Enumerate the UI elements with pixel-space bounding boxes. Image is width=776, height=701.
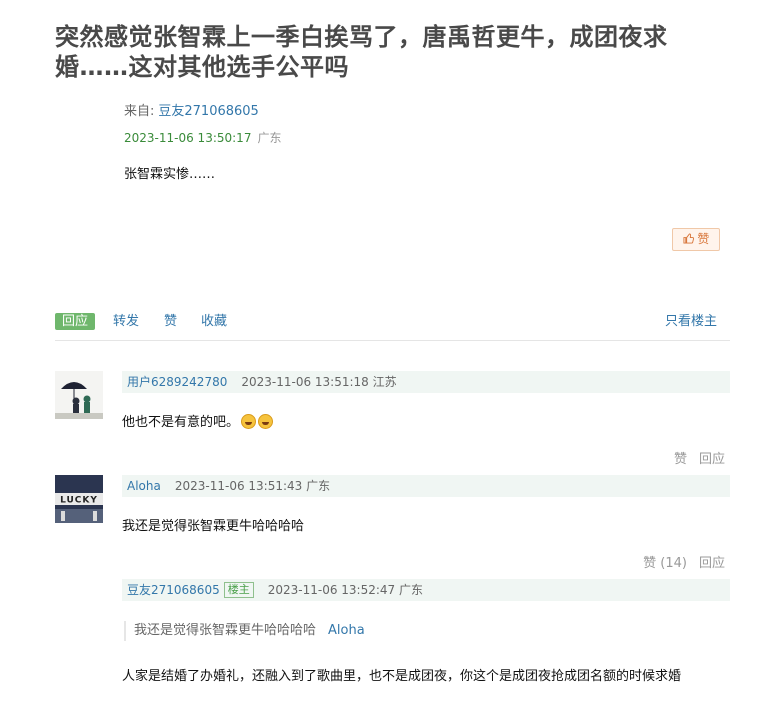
comment-actions: 赞 (14) 回应 [631,552,725,571]
comment-text: 他也不是有意的吧。 [122,411,274,430]
quoted-reply: 我还是觉得张智霖更牛哈哈哈哈 Aloha [124,621,724,641]
comment-actions: 赞回应 [662,448,725,467]
divider [55,340,730,341]
post-timestamp: 2023-11-06 13:50:17 [124,131,252,145]
comment-location: 广东 [399,583,424,597]
only-op-filter[interactable]: 只看楼主 [665,313,717,330]
forward-link[interactable]: 转发 [113,313,139,330]
from-label: 来自: [124,104,155,119]
comment-item: LUCKY Aloha 2023-11-06 13:51:43 广东 我还是觉得张… [55,475,730,575]
comment-location: 广东 [306,479,331,493]
author-link[interactable]: 豆友271068605 [158,104,258,119]
comment-item: 用户6289242780 2023-11-06 13:51:18 江苏 他也不是有… [55,371,730,471]
reply-tab[interactable]: 回应 [55,313,96,330]
comment-meta: 豆友271068605 楼主 2023-11-06 13:52:47 广东 [122,579,730,601]
post-like-label: 赞 [697,232,710,246]
post-content: 张智霖实惨…… [124,167,216,182]
comment-reply-link[interactable]: 回应 [699,556,725,571]
post-source: 来自: 豆友271068605 [124,100,259,119]
comment-location: 江苏 [372,375,397,389]
comment-time: 2023-11-06 13:51:18 [241,375,369,389]
like-link[interactable]: 赞 [164,313,177,330]
op-badge: 楼主 [223,582,254,598]
comment-user-link[interactable]: 用户6289242780 [127,375,227,389]
comment-like-link[interactable]: 赞 [674,452,687,467]
grinning-squint-face-icon [258,414,274,429]
grinning-squint-face-icon [241,414,257,429]
comment-text: 我还是觉得张智霖更牛哈哈哈哈 [122,519,305,534]
comment-like-link[interactable]: 赞 (14) [643,556,687,571]
comment-meta: Aloha 2023-11-06 13:51:43 广东 [122,475,730,497]
avatar[interactable] [55,371,103,419]
post-title: 突然感觉张智霖上一季白挨骂了，唐禹哲更牛，成团夜求婚……这对其他选手公平吗 [55,23,668,81]
post-location: 广东 [257,131,282,145]
post-time: 2023-11-06 13:50:17 广东 [124,129,281,146]
quote-text: 我还是觉得张智霖更牛哈哈哈哈 [134,623,317,638]
comment-reply-link[interactable]: 回应 [699,452,725,467]
post-like-button[interactable]: 赞 [672,228,720,251]
comment-time: 2023-11-06 13:52:47 [267,583,396,597]
comment-user-link[interactable]: 豆友271068605 [127,583,220,597]
thumbs-up-icon [683,232,698,246]
quote-author-link[interactable]: Aloha [328,623,365,638]
avatar[interactable]: LUCKY [55,475,103,523]
comment-text: 人家是结婚了办婚礼，还融入到了歌曲里，也不是成团夜，你这个是成团夜抢成团名额的时… [122,669,682,684]
comment-user-link[interactable]: Aloha [127,479,161,493]
comment-meta: 用户6289242780 2023-11-06 13:51:18 江苏 [122,371,730,393]
comment-text-content: 他也不是有意的吧。 [122,415,240,430]
comment-item: 豆友271068605 楼主 2023-11-06 13:52:47 广东 我还是觉… [55,579,730,689]
post-action-bar: 回应 转发 赞 收藏 只看楼主 [55,312,730,332]
avatar-logo-text: LUCKY [60,496,98,506]
comment-time: 2023-11-06 13:51:43 [174,479,303,493]
collect-link[interactable]: 收藏 [201,313,227,330]
